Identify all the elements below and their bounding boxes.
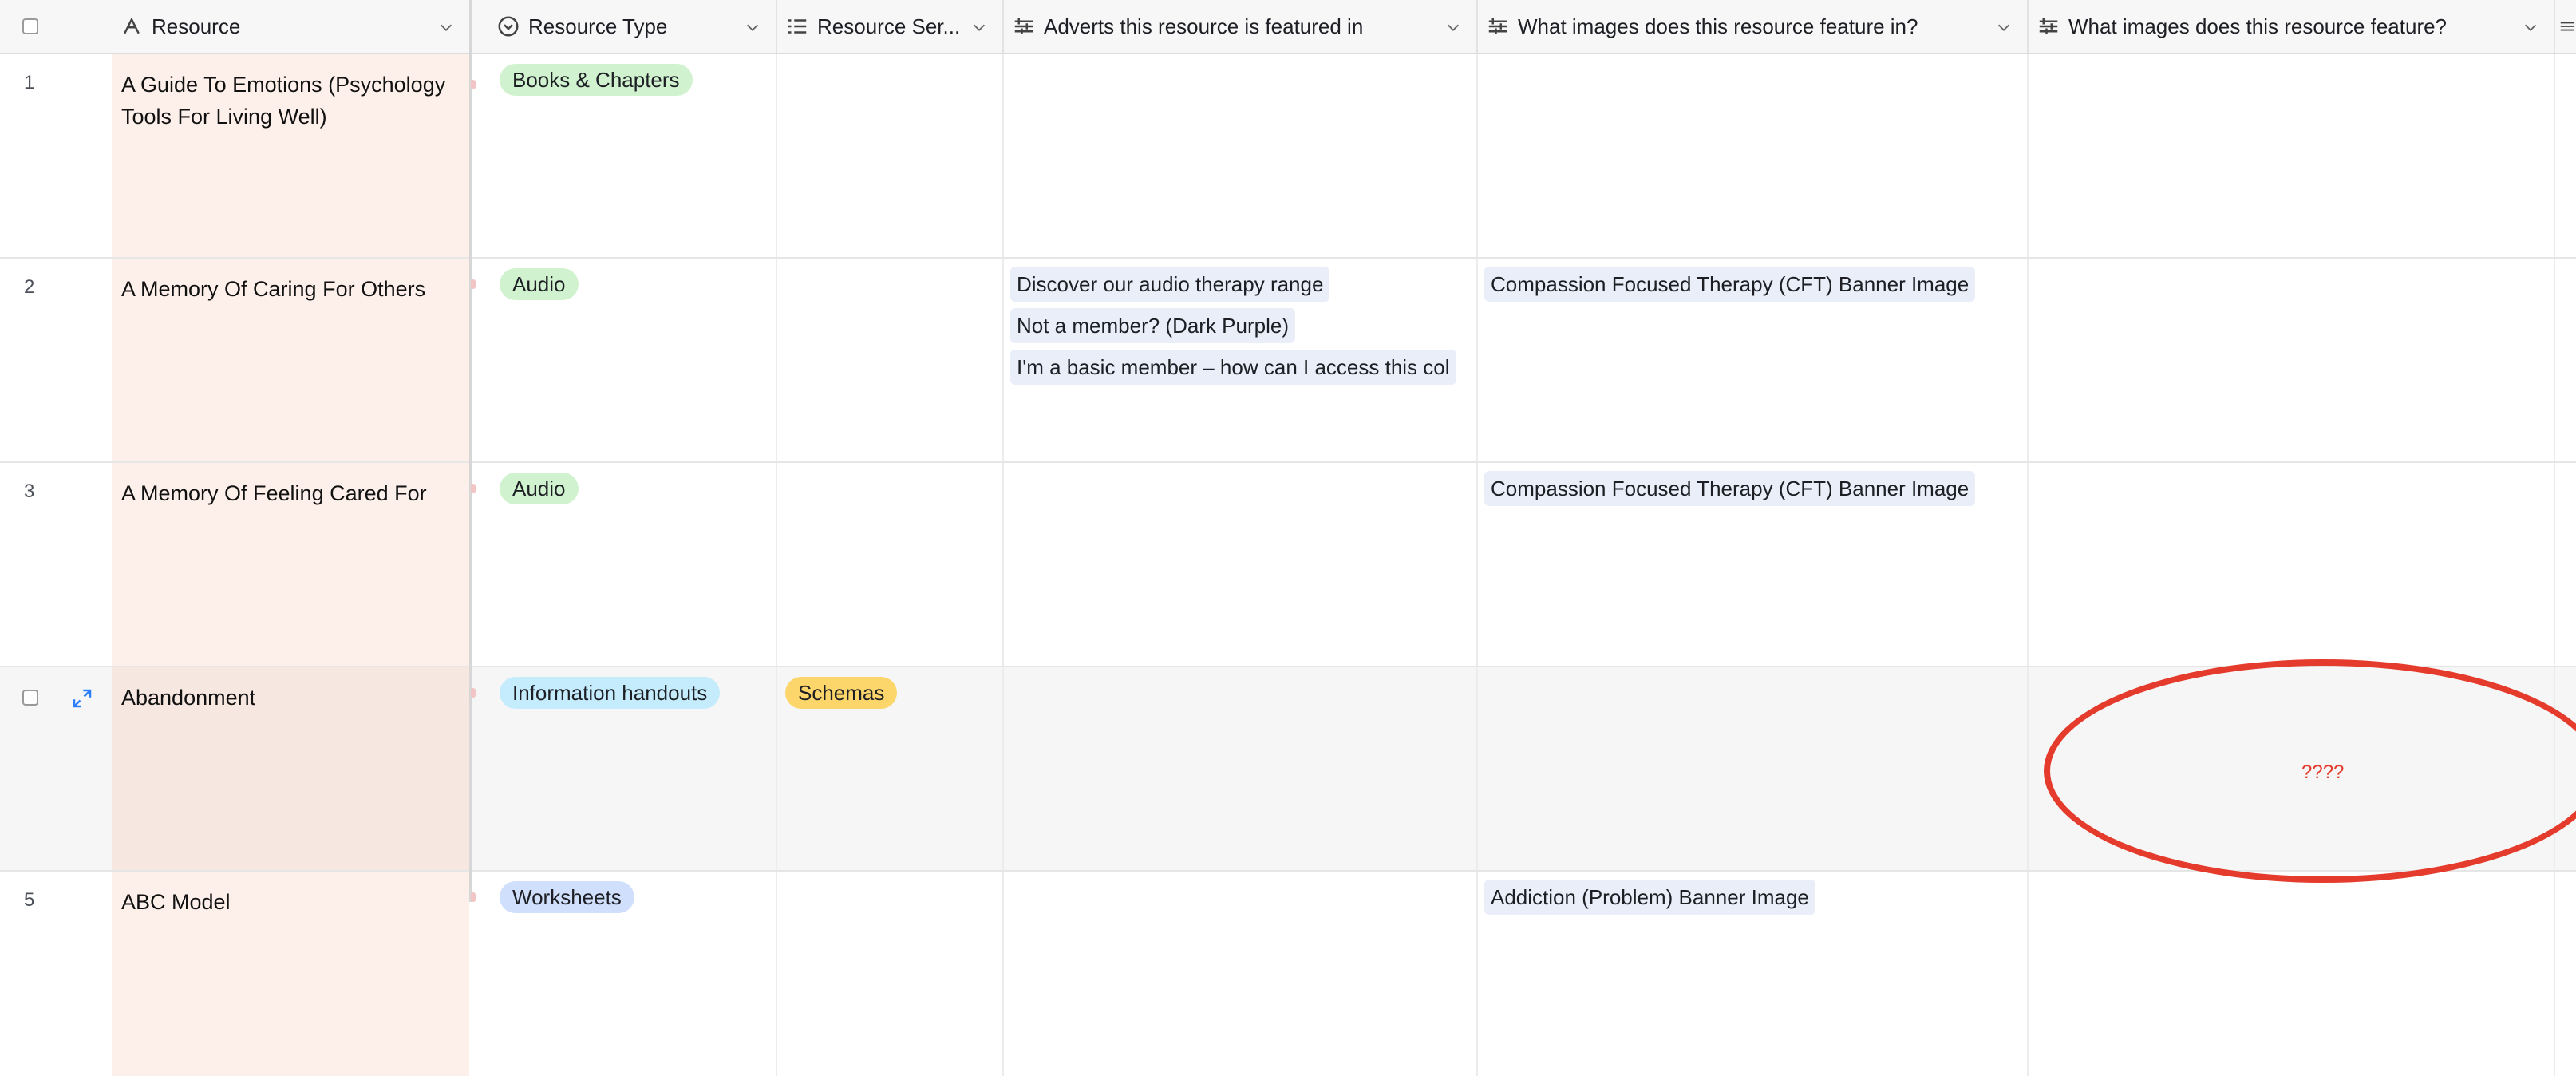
images-feature-cell[interactable] — [2029, 463, 2555, 666]
column-label-resource-type: Resource Type — [528, 14, 668, 38]
resource-series-cell[interactable] — [777, 54, 1004, 257]
resource-type-cell[interactable]: Information handouts — [488, 667, 777, 870]
column-header-resource-type[interactable]: Resource Type — [488, 0, 777, 53]
chevron-down-icon[interactable] — [1995, 18, 2013, 36]
expand-record-icon[interactable] — [70, 686, 94, 710]
linked-record-icon — [1488, 18, 1507, 34]
table-row[interactable]: 3 A Memory Of Feeling Cared For Audio Co… — [0, 463, 2576, 667]
resource-series-cell[interactable] — [777, 259, 1004, 461]
chevron-down-icon[interactable] — [2522, 18, 2539, 36]
frozen-column-divider[interactable] — [469, 0, 472, 902]
text-field-icon — [124, 17, 140, 34]
divider-marker — [471, 688, 476, 698]
adverts-cell[interactable] — [1004, 54, 1478, 257]
row-number: 2 — [24, 276, 35, 298]
advert-link[interactable]: I'm a basic member – how can I access th… — [1010, 350, 1456, 385]
images-feature-cell[interactable] — [2029, 259, 2555, 461]
column-label-adverts: Adverts this resource is featured in — [1044, 14, 1364, 38]
grid-header: Resource Resource Type Resource Ser... A… — [0, 0, 2576, 54]
row-select-checkbox[interactable] — [22, 690, 38, 706]
images-feature-cell[interactable] — [2029, 54, 2555, 257]
adverts-cell[interactable] — [1004, 463, 1478, 666]
image-link[interactable]: Compassion Focused Therapy (CFT) Banner … — [1484, 471, 1976, 506]
single-select-icon — [498, 16, 519, 37]
column-label-images-in: What images does this resource feature i… — [1518, 14, 1918, 38]
resource-type-cell[interactable]: Books & Chapters — [488, 54, 777, 257]
advert-link[interactable]: Not a member? (Dark Purple) — [1010, 308, 1295, 343]
advert-link[interactable]: Discover our audio therapy range — [1010, 267, 1330, 302]
column-label-resource: Resource — [152, 14, 241, 38]
resource-series-cell[interactable] — [777, 463, 1004, 666]
chevron-down-icon[interactable] — [1444, 18, 1462, 36]
chevron-down-icon[interactable] — [970, 18, 988, 36]
resource-name-cell[interactable]: A Guide To Emotions (Psychology Tools Fo… — [121, 69, 456, 133]
resource-type-pill: Audio — [500, 268, 579, 300]
resource-type-cell[interactable]: Audio — [488, 463, 777, 666]
chevron-down-icon[interactable] — [437, 18, 455, 36]
select-all-cell — [0, 0, 112, 53]
resource-name-cell[interactable]: A Memory Of Caring For Others — [121, 273, 456, 305]
divider-marker — [471, 892, 476, 902]
column-header-resource-series[interactable]: Resource Ser... — [777, 0, 1004, 53]
images-in-cell[interactable]: Compassion Focused Therapy (CFT) Banner … — [1478, 259, 2029, 461]
table-row[interactable]: 5 ABC Model Worksheets Addiction (Proble… — [0, 872, 2576, 1076]
resource-type-pill: Books & Chapters — [500, 64, 693, 96]
grid-view: Resource Resource Type Resource Ser... A… — [0, 0, 2576, 1076]
chevron-down-icon[interactable] — [744, 18, 761, 36]
column-label-images-feature: What images does this resource feature? — [2068, 14, 2448, 38]
column-header-adverts[interactable]: Adverts this resource is featured in — [1004, 0, 1478, 53]
adverts-cell[interactable]: Discover our audio therapy range Not a m… — [1004, 259, 1478, 461]
images-in-cell[interactable] — [1478, 667, 2029, 870]
images-in-cell[interactable] — [1478, 54, 2029, 257]
table-row[interactable]: 2 A Memory Of Caring For Others Audio Di… — [0, 259, 2576, 463]
resource-series-cell[interactable]: Schemas — [777, 667, 1004, 870]
resource-series-cell[interactable] — [777, 872, 1004, 1076]
column-header-next-partial[interactable] — [2555, 0, 2576, 53]
resource-type-pill: Audio — [500, 473, 579, 504]
multiple-select-icon — [788, 19, 807, 34]
resource-type-pill: Information handouts — [500, 677, 721, 709]
column-label-resource-series: Resource Ser... — [817, 14, 961, 38]
linked-record-icon — [2039, 18, 2058, 34]
divider-marker — [471, 484, 476, 493]
row-number: 3 — [24, 481, 35, 502]
resource-type-pill: Worksheets — [500, 881, 634, 913]
column-header-resource[interactable]: Resource — [112, 0, 469, 53]
row-number: 5 — [24, 889, 35, 911]
resource-type-cell[interactable]: Audio — [488, 259, 777, 461]
resource-name-cell[interactable]: Abandonment — [121, 682, 456, 714]
image-link[interactable]: Addiction (Problem) Banner Image — [1484, 880, 1815, 915]
divider-marker — [471, 279, 476, 289]
table-row[interactable]: 1 A Guide To Emotions (Psychology Tools … — [0, 54, 2576, 259]
adverts-cell[interactable] — [1004, 872, 1478, 1076]
image-link[interactable]: Compassion Focused Therapy (CFT) Banner … — [1484, 267, 1976, 302]
adverts-cell[interactable] — [1004, 667, 1478, 870]
linked-record-icon — [1014, 18, 1033, 34]
resource-name-cell[interactable]: A Memory Of Feeling Cared For — [121, 477, 456, 509]
row-number: 1 — [24, 72, 35, 93]
column-header-images-in[interactable]: What images does this resource feature i… — [1478, 0, 2029, 53]
resource-type-cell[interactable]: Worksheets — [488, 872, 777, 1076]
images-feature-cell[interactable] — [2029, 872, 2555, 1076]
divider-marker — [471, 80, 476, 89]
resource-name-cell[interactable]: ABC Model — [121, 886, 456, 918]
linked-record-icon — [2560, 22, 2574, 31]
images-in-cell[interactable]: Addiction (Problem) Banner Image — [1478, 872, 2029, 1076]
annotation-question-marks: ???? — [2301, 762, 2345, 783]
column-header-images-feature[interactable]: What images does this resource feature? — [2029, 0, 2555, 53]
select-all-checkbox[interactable] — [22, 18, 38, 34]
images-in-cell[interactable]: Compassion Focused Therapy (CFT) Banner … — [1478, 463, 2029, 666]
resource-series-pill: Schemas — [785, 677, 898, 709]
